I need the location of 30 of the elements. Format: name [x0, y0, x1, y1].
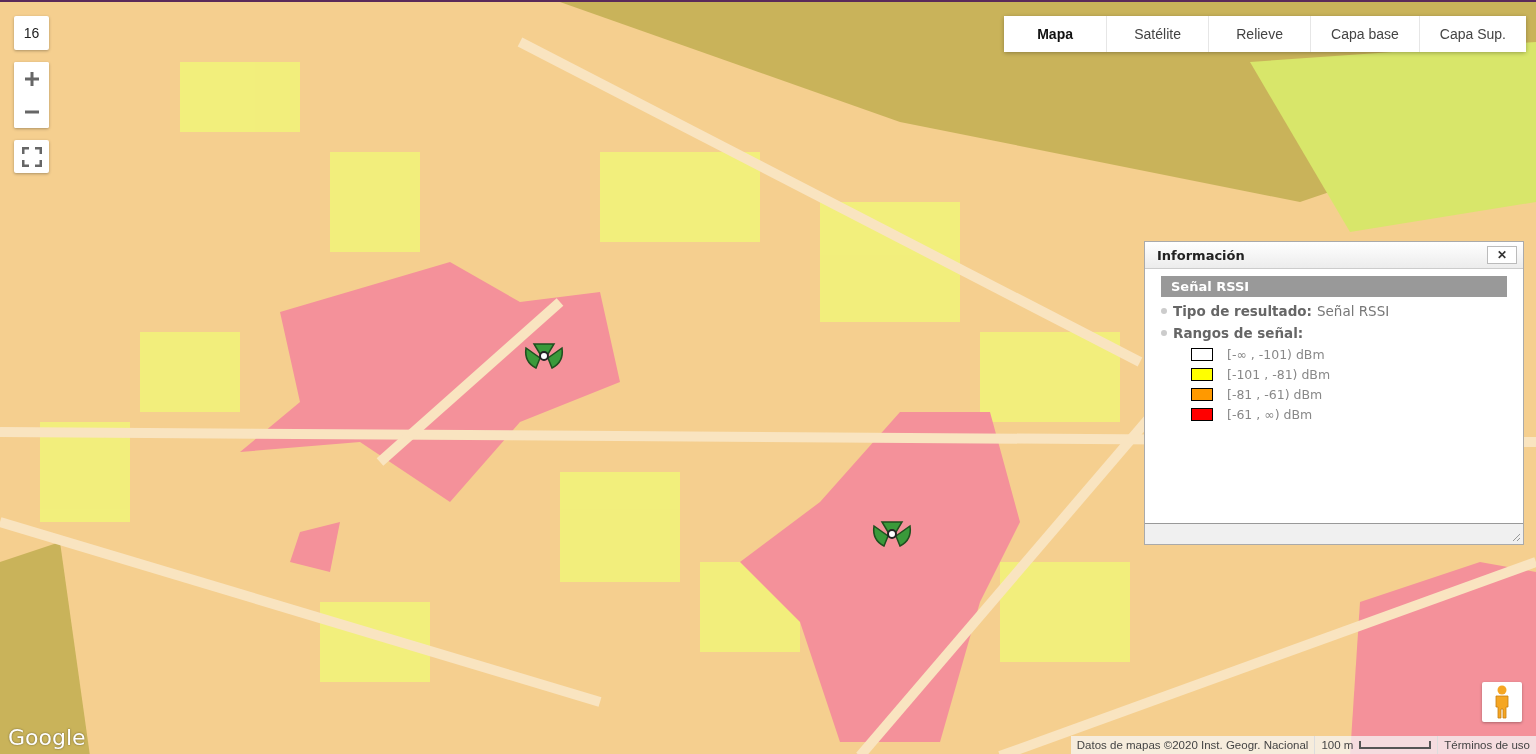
- bullet-icon: [1161, 308, 1167, 314]
- legend-label: [-61 , ∞) dBm: [1227, 406, 1313, 422]
- zoom-in-button[interactable]: [14, 62, 49, 95]
- legend-label: [-101 , -81) dBm: [1227, 366, 1331, 382]
- minus-icon: [23, 109, 40, 114]
- section-header: Señal RSSI: [1161, 276, 1507, 297]
- map-type-tab[interactable]: Relieve: [1208, 16, 1311, 52]
- info-field: Rangos de señal:: [1173, 325, 1304, 341]
- zoom-out-button[interactable]: [14, 95, 49, 128]
- scale-label: 100 m: [1321, 739, 1354, 751]
- plus-icon: [23, 70, 40, 87]
- zoom-level: 16: [14, 16, 49, 50]
- person-icon: [1493, 685, 1511, 719]
- legend-label: [-81 , -61) dBm: [1227, 386, 1323, 402]
- map-type-tab[interactable]: Mapa: [1004, 16, 1107, 52]
- info-field: Tipo de resultado: Señal RSSI: [1173, 303, 1390, 319]
- map-attribution: Datos de mapas ©2020 Inst. Geogr. Nacional: [1075, 738, 1310, 753]
- panel-title: Información: [1157, 247, 1245, 263]
- fullscreen-icon: [21, 146, 42, 167]
- legend-label: [-∞ , -101) dBm: [1227, 346, 1325, 362]
- scale-bar-icon: [1359, 741, 1432, 749]
- map-type-tab[interactable]: Satélite: [1106, 16, 1209, 52]
- fullscreen-button[interactable]: [14, 140, 49, 173]
- map-type-tab[interactable]: Capa base: [1310, 16, 1419, 52]
- terms-link[interactable]: Términos de uso: [1437, 736, 1536, 754]
- close-button[interactable]: ✕: [1487, 246, 1517, 264]
- resize-grip-icon[interactable]: [1511, 532, 1521, 542]
- bullet-icon: [1161, 330, 1167, 336]
- map-type-tab[interactable]: Capa Sup.: [1418, 16, 1526, 52]
- google-logo: Google: [8, 725, 86, 750]
